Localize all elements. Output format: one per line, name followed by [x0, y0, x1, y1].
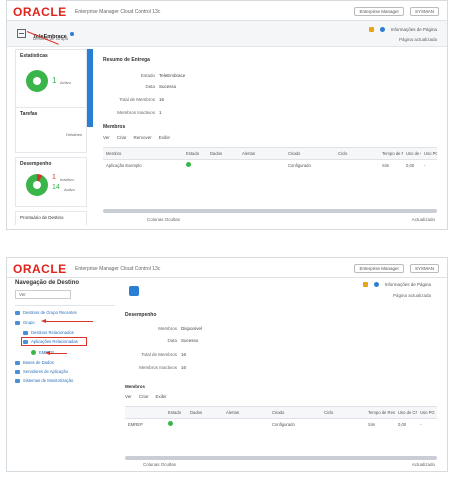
display-menu[interactable]: Exibir	[156, 394, 167, 399]
tree-item[interactable]: Servidores de Aplicação	[15, 369, 68, 374]
user-menu[interactable]: SYSMAN	[409, 7, 439, 16]
footer-updated: Actualizado	[411, 462, 435, 467]
members-table: Membro Estado Dados Alertas Criado Ciclo…	[103, 147, 437, 170]
summary-field: Total de Membros 16	[119, 97, 165, 102]
folder-icon	[15, 369, 20, 374]
selected-region-bar	[87, 49, 93, 127]
main-content: Informações de Página Página actualizada…	[119, 280, 441, 468]
display-menu[interactable]: Exibir	[159, 135, 170, 140]
remove-button[interactable]: Remover	[134, 135, 152, 140]
status-up-icon	[168, 421, 173, 426]
table-header: Estado Dados Alertas Criado Ciclo Tempo …	[125, 407, 437, 419]
annotation-arrowhead	[41, 319, 46, 323]
table-header: Membro Estado Dados Alertas Criado Ciclo…	[103, 148, 437, 160]
screenshot-target-navigation: ORACLE Enterprise Manager Cloud Control …	[6, 257, 448, 472]
footer-hidden-columns: Colunas Ocultas	[147, 217, 181, 222]
enterprise-menu[interactable]: Enterprise Manager	[354, 264, 404, 273]
product-name: Enterprise Manager Cloud Control 13c	[75, 9, 161, 15]
target-type-icon	[129, 286, 139, 296]
annotation-arrowhead	[45, 351, 50, 355]
table-row[interactable]: Aplicação Exemplo Configurado Sim 0,00 -	[103, 160, 437, 170]
refresh-status[interactable]: Página actualizada	[393, 293, 431, 298]
target-navigation-icon[interactable]	[17, 29, 26, 38]
oracle-logo: ORACLE	[13, 5, 67, 19]
view-menu[interactable]: Ver	[125, 394, 132, 399]
create-button[interactable]: Criar	[117, 135, 127, 140]
oracle-logo: ORACLE	[13, 262, 67, 276]
folder-icon	[15, 320, 20, 325]
members-title: Membros	[103, 124, 126, 130]
folder-icon	[23, 330, 28, 335]
create-button[interactable]: Criar	[139, 394, 149, 399]
summary-field: Data Sucesso	[167, 338, 199, 343]
warning-icon[interactable]	[368, 27, 374, 32]
app-header: ORACLE Enterprise Manager Cloud Control …	[7, 1, 447, 21]
refresh-status[interactable]: Página actualizada	[399, 37, 437, 42]
info-icon[interactable]	[373, 282, 379, 287]
target-navigation-pane: Navegação de Destino Ver Destinos de Gru…	[15, 280, 115, 425]
main-content: Resumo de Entrega Estado TeleEmbrace Data…	[97, 49, 441, 225]
status-up-icon	[31, 350, 36, 355]
card-tasks: Tarefas Detalhes	[15, 107, 87, 153]
horizontal-scrollbar[interactable]	[103, 209, 437, 213]
status-up-icon	[186, 162, 191, 167]
tree-item[interactable]: Destinos de Grupo Recentes	[15, 310, 77, 315]
card-performance: Desempenho 1 Inactivo 14 Activo	[15, 157, 87, 207]
nav-view-menu[interactable]: Ver	[15, 290, 71, 299]
warning-icon[interactable]	[362, 282, 368, 287]
folder-icon	[15, 310, 20, 315]
horizontal-scrollbar[interactable]	[125, 456, 437, 460]
enterprise-menu[interactable]: Enterprise Manager	[354, 7, 404, 16]
page-info-link[interactable]: Informações de Página	[385, 282, 431, 287]
status-dot-icon	[69, 31, 74, 36]
product-name: Enterprise Manager Cloud Control 13c	[75, 266, 161, 272]
summary-field: Membros Inactivos 1	[117, 110, 162, 115]
footer-hidden-columns: Colunas Ocultas	[143, 462, 177, 467]
page-info-link[interactable]: Informações de Página	[391, 27, 437, 32]
members-toolbar: Ver Criar Exibir	[125, 394, 167, 399]
tree-item[interactable]: Sistemas de Monitorização	[15, 378, 73, 383]
members-table: Estado Dados Alertas Criado Ciclo Tempo …	[125, 406, 437, 429]
user-menu[interactable]: SYSMAN	[409, 264, 439, 273]
summary-field: Membros Disponível	[158, 326, 203, 331]
folder-icon	[15, 360, 20, 365]
nav-title: Navegação de Destino	[15, 280, 80, 286]
card-target-prontuario: Prontuário de Destino	[15, 211, 87, 225]
target-toolbar: TeleEmbrace Destino de Grupo Informações…	[7, 21, 447, 47]
summary-field: Data Sucesso	[145, 84, 177, 89]
info-icon[interactable]	[379, 27, 385, 32]
summary-field: Membros Inactivos 16	[139, 365, 187, 370]
performance-donut-chart	[26, 174, 48, 196]
members-toolbar: Ver Criar Remover Exibir	[103, 135, 170, 140]
summary-title: Resumo de Entrega	[103, 57, 150, 63]
view-menu[interactable]: Ver	[103, 135, 110, 140]
tree-item[interactable]: Grupo	[15, 320, 35, 325]
summary-field: Total de Membros 16	[141, 352, 187, 357]
tree-item[interactable]: Destinos Relacionados	[23, 330, 74, 335]
summary-field: Estado TeleEmbrace	[140, 73, 186, 78]
annotation-arrow	[49, 353, 67, 354]
status-donut-chart	[26, 70, 48, 92]
app-header: ORACLE Enterprise Manager Cloud Control …	[7, 258, 447, 278]
table-row[interactable]: EMREP Configurado Sim 0,00 -	[125, 419, 437, 429]
summary-title: Desempenho	[125, 312, 157, 318]
tree-item[interactable]: Bases de Dados	[15, 360, 54, 365]
footer-updated: Actualizado	[411, 217, 435, 222]
folder-icon	[15, 378, 20, 383]
screenshot-group-home: ORACLE Enterprise Manager Cloud Control …	[6, 0, 448, 230]
annotation-arrow	[45, 321, 93, 322]
annotation-highlight	[21, 337, 87, 346]
members-title: Membros	[125, 384, 146, 389]
